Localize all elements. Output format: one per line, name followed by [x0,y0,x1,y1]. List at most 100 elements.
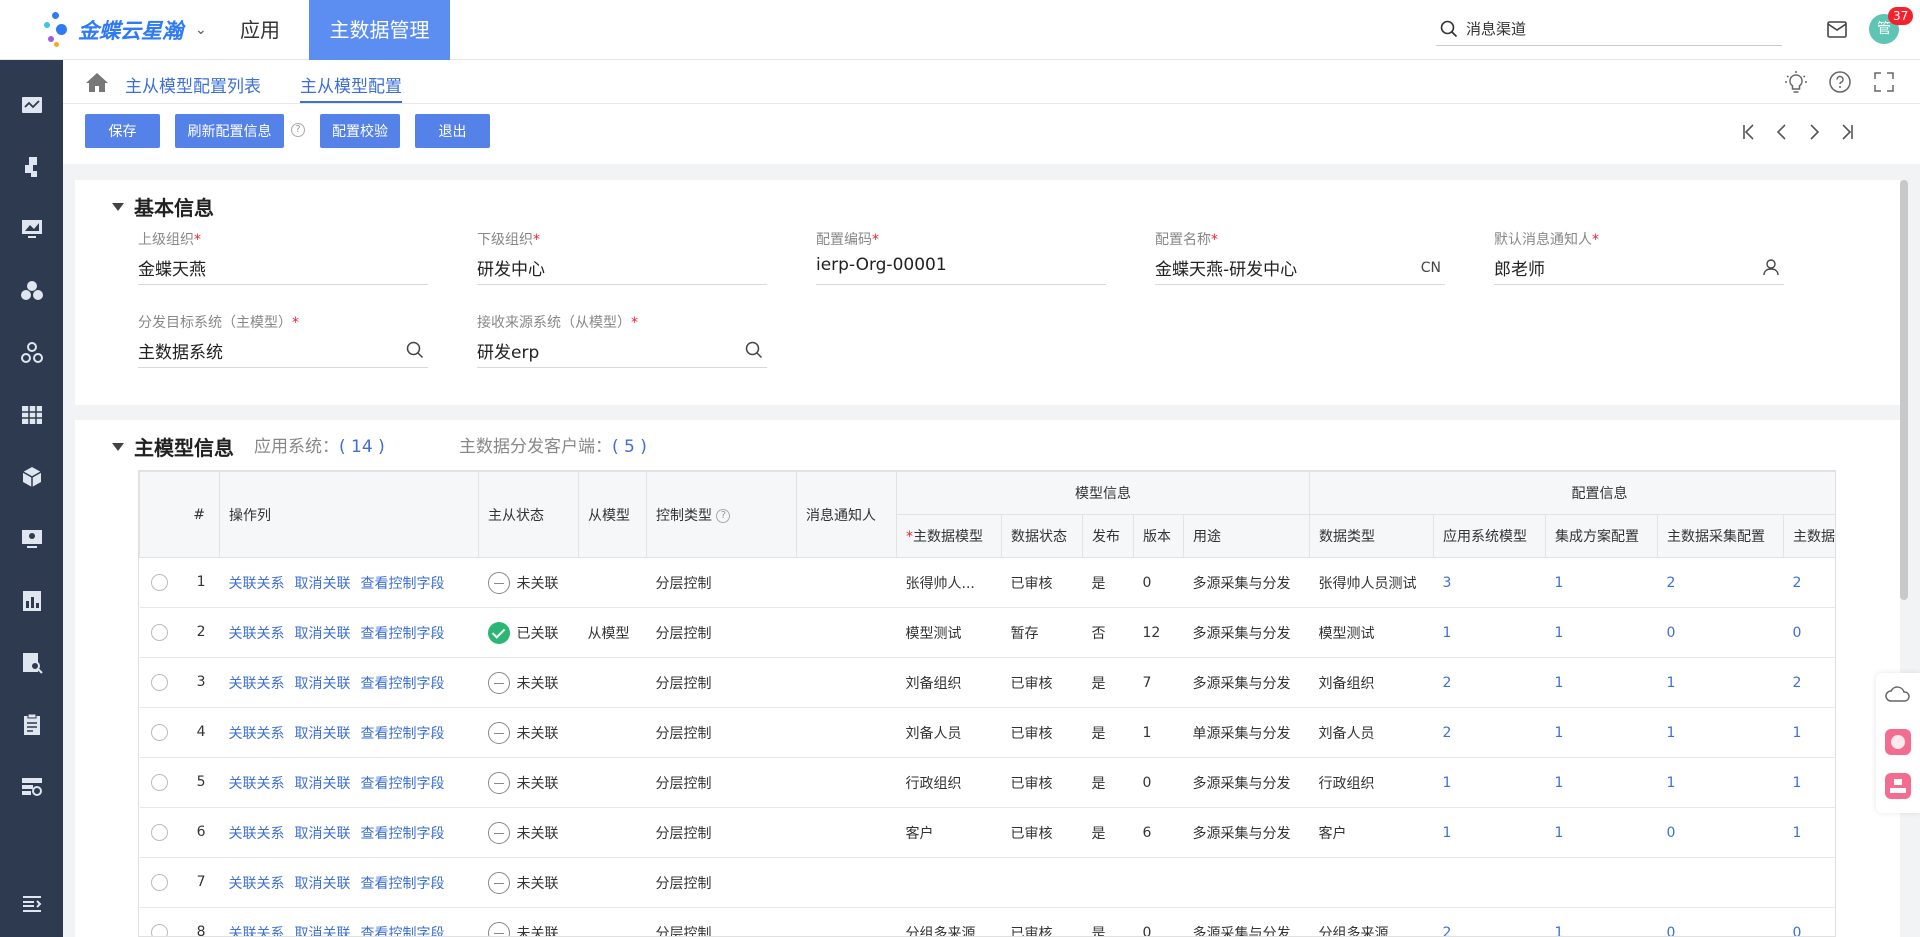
menu-collapse-icon[interactable] [19,892,45,916]
cell-integration[interactable]: 1 [1545,907,1658,936]
cancel-link[interactable]: 取消关联 [295,676,351,692]
col-distribute[interactable]: 主数据分发 [1783,514,1835,558]
row-radio[interactable] [150,724,168,741]
save-button[interactable]: 保存 [85,114,160,148]
dashboard-icon[interactable] [19,93,45,117]
last-page-icon[interactable] [1837,122,1855,142]
link-relation[interactable]: 关联关系 [229,776,285,792]
cell-distribute[interactable] [1783,857,1835,908]
nav-app[interactable]: 应用 [232,0,288,60]
col-integration[interactable]: 集成方案配置 [1545,514,1658,558]
cell-collect[interactable]: 0 [1657,607,1784,658]
cell-distribute[interactable]: 0 [1783,607,1835,658]
cancel-link[interactable]: 取消关联 [295,926,351,937]
link-relation[interactable]: 关联关系 [229,826,285,842]
cell-distribute[interactable]: 2 [1783,657,1835,708]
home-icon[interactable] [85,71,109,93]
default-notifier-field[interactable]: 默认消息通知人* 郎老师 [1494,229,1784,285]
row-radio[interactable] [150,774,168,791]
cell-collect[interactable]: 0 [1657,907,1784,936]
next-page-icon[interactable] [1805,122,1823,142]
cell-app-model[interactable]: 1 [1433,807,1546,858]
refresh-config-button[interactable]: 刷新配置信息 [175,114,284,148]
page-scrollbar[interactable] [1900,180,1908,600]
clipboard-icon[interactable] [19,713,45,737]
config-name-field[interactable]: 配置名称* 金蝶天燕-研发中心 CN [1155,229,1445,285]
cancel-link[interactable]: 取消关联 [295,576,351,592]
col-app-model[interactable]: 应用系统模型 [1433,514,1546,558]
view-control-fields[interactable]: 查看控制字段 [361,726,445,742]
cancel-link[interactable]: 取消关联 [295,876,351,892]
view-control-fields[interactable]: 查看控制字段 [361,876,445,892]
fullscreen-icon[interactable] [1872,70,1896,94]
cell-distribute[interactable]: 1 [1783,757,1835,808]
source-system-field[interactable]: 接收来源系统（从模型）* 研发erp [477,312,767,368]
cube-icon[interactable] [19,465,45,489]
global-search[interactable]: 消息渠道 [1436,12,1782,46]
col-usage[interactable]: 用途 [1183,514,1310,558]
cancel-link[interactable]: 取消关联 [295,726,351,742]
view-control-fields[interactable]: 查看控制字段 [361,926,445,937]
cell-integration[interactable]: 1 [1545,657,1658,708]
search-icon[interactable] [406,341,424,359]
display-user-icon[interactable] [19,527,45,551]
cell-collect[interactable]: 2 [1657,557,1784,608]
link-relation[interactable]: 关联关系 [229,876,285,892]
cell-collect[interactable]: 0 [1657,807,1784,858]
cell-distribute[interactable]: 1 [1783,807,1835,858]
col-master-model[interactable]: *主数据模型 [896,514,1002,558]
view-control-fields[interactable]: 查看控制字段 [361,826,445,842]
col-data-status[interactable]: 数据状态 [1001,514,1083,558]
cell-collect[interactable]: 1 [1657,757,1784,808]
view-control-fields[interactable]: 查看控制字段 [361,626,445,642]
palette-icon[interactable] [1885,729,1911,755]
cell-app-model[interactable]: 2 [1433,657,1546,708]
cloud-icon[interactable] [1884,683,1912,705]
link-relation[interactable]: 关联关系 [229,576,285,592]
app-logo[interactable]: 金蝶云星瀚 ⌄ [42,10,207,50]
cell-collect[interactable]: 1 [1657,657,1784,708]
mail-icon[interactable] [1826,18,1848,40]
basic-info-title[interactable]: 基本信息 [112,192,214,221]
nav-master-data[interactable]: 主数据管理 [309,0,450,60]
master-model-title[interactable]: 主模型信息 [112,432,234,461]
monitor-icon[interactable] [19,217,45,241]
cell-integration[interactable]: 1 [1545,707,1658,758]
row-radio[interactable] [150,574,168,591]
breadcrumb-current[interactable]: 主从模型配置 [300,72,402,103]
col-collect[interactable]: 主数据采集配置 [1657,514,1784,558]
cancel-link[interactable]: 取消关联 [295,626,351,642]
col-version[interactable]: 版本 [1133,514,1184,558]
col-control[interactable]: 控制类型 ? [646,471,797,558]
cell-app-model[interactable]: 2 [1433,907,1546,936]
cell-integration[interactable]: 1 [1545,557,1658,608]
cell-app-model[interactable]: 3 [1433,557,1546,608]
table-icon[interactable] [19,403,45,427]
prev-page-icon[interactable] [1773,122,1791,142]
table-row[interactable]: 3 关联关系 取消关联 查看控制字段 未关联 分层控制 刘备组织 已审核是 7 多源采集与分发 刘备… [139,657,1835,708]
cell-integration[interactable]: 1 [1545,607,1658,658]
table-row[interactable]: 6 关联关系 取消关联 查看控制字段 未关联 分层控制 客户 已审核是 6 多源采集与分发 客户 1 1… [139,807,1835,858]
nodes-icon[interactable] [19,341,45,365]
link-relation[interactable]: 关联关系 [229,726,285,742]
help-icon[interactable] [1828,70,1852,94]
view-control-fields[interactable]: 查看控制字段 [361,576,445,592]
parent-org-field[interactable]: 上级组织* 金蝶天燕 [138,229,428,285]
config-code-field[interactable]: 配置编码* ierp-Org-00001 [816,229,1106,285]
exit-button[interactable]: 退出 [415,114,490,148]
col-slave[interactable]: 从模型 [578,471,647,558]
col-publish[interactable]: 发布 [1082,514,1134,558]
cell-collect[interactable]: 1 [1657,707,1784,758]
puzzle-icon[interactable] [19,155,45,179]
row-radio[interactable] [150,674,168,691]
help-icon[interactable]: ? [716,508,731,523]
row-radio[interactable] [150,874,168,891]
table-row[interactable]: 5 关联关系 取消关联 查看控制字段 未关联 分层控制 行政组织 已审核是 0 多源采集与分发 行政… [139,757,1835,808]
table-row[interactable]: 2 关联关系 取消关联 查看控制字段 已关联 从模型 分层控制 模型测试 暂存否 12 多源采集与分… [139,607,1835,658]
settings-list-icon[interactable] [19,775,45,799]
cell-distribute[interactable]: 1 [1783,707,1835,758]
cancel-link[interactable]: 取消关联 [295,776,351,792]
view-control-fields[interactable]: 查看控制字段 [361,776,445,792]
cell-app-model[interactable]: 1 [1433,607,1546,658]
validate-config-button[interactable]: 配置校验 [320,114,400,148]
